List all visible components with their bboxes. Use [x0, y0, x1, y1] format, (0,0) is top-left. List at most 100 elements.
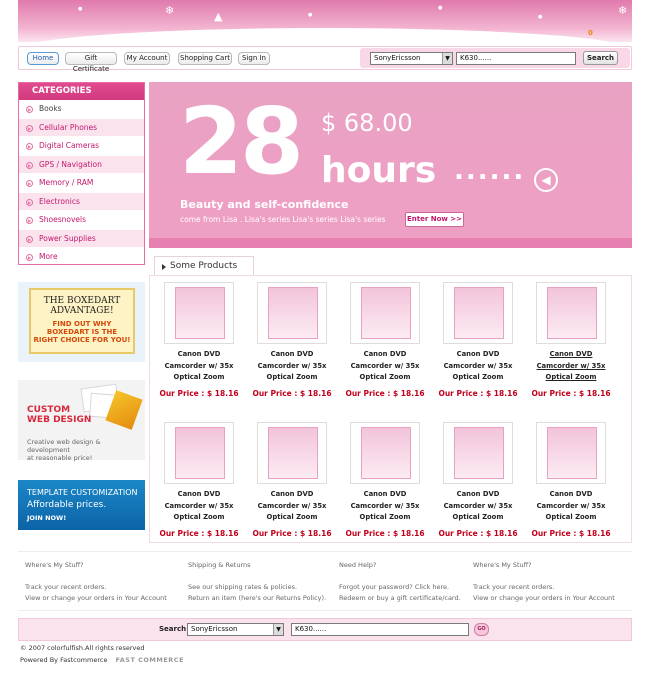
bullet-arrow-icon: ▶ — [26, 254, 33, 261]
ad-title-line: THE BOXEDART — [43, 296, 121, 306]
product-name[interactable]: Canon DVD Camcorder w/ 35x Optical Zoom — [528, 489, 614, 524]
product-card[interactable]: Canon DVD Camcorder w/ 35x Optical Zoom Ou… — [435, 422, 521, 538]
product-image — [547, 427, 597, 479]
product-image — [175, 427, 225, 479]
product-card[interactable]: Canon DVD Camcorder w/ 35x Optical Zoom Ou… — [342, 282, 428, 398]
category-item-books[interactable]: ▶ Books — [19, 100, 144, 119]
product-card[interactable]: Canon DVD Camcorder w/ 35x Optical Zoom Ou… — [156, 282, 242, 398]
ad-title-line: ADVANTAGE! — [50, 306, 114, 316]
product-image — [268, 287, 318, 339]
product-name[interactable]: Canon DVD Camcorder w/ 35x Optical Zoom — [249, 349, 335, 384]
nav-sign-in-button[interactable]: Sign In — [238, 52, 270, 65]
search-button[interactable]: Search — [583, 51, 618, 65]
bullet-arrow-icon: ▶ — [26, 198, 33, 206]
product-card[interactable]: Canon DVD Camcorder w/ 35x Optical Zoom Ou… — [249, 422, 335, 538]
chevron-down-icon: ▼ — [442, 53, 452, 64]
join-now-link[interactable]: JOIN NOW! — [27, 514, 66, 522]
go-button[interactable]: GO — [474, 623, 489, 636]
footer-link[interactable]: Return an item (here's our Returns Polic… — [188, 593, 326, 604]
bottom-search-bar: Search SonyEricsson ▼ K630...... GO — [18, 618, 632, 641]
nav-shopping-cart-button[interactable]: Shopping Cart — [178, 52, 232, 65]
nav-gift-certificate-button[interactable]: Gift Certificate — [65, 52, 117, 73]
ad-text-line: FIND OUT WHY — [52, 320, 112, 328]
category-label: Power Supplies — [39, 233, 96, 243]
banner-big-number: 28 — [179, 88, 304, 195]
nav-home-button[interactable]: Home — [27, 52, 59, 65]
bullet-arrow-icon: ▶ — [26, 143, 33, 150]
banner-tagline: Beauty and self-confidence — [180, 198, 349, 211]
product-name[interactable]: Canon DVD Camcorder w/ 35x Optical Zoom — [435, 349, 521, 384]
product-card[interactable]: Canon DVD Camcorder w/ 35x Optical Zoom Ou… — [435, 282, 521, 398]
product-name[interactable]: Canon DVD Camcorder w/ 35x Optical Zoom — [435, 489, 521, 524]
custom-web-design-ad[interactable]: CUSTOM WEB DESIGN Creative web design & d… — [18, 380, 145, 462]
footer-link[interactable]: Redeem or buy a gift certificate/card. — [339, 593, 461, 604]
product-name[interactable]: Canon DVD Camcorder w/ 35x Optical Zoom — [156, 489, 242, 524]
snowflake-icon: ❄ — [165, 4, 175, 17]
product-name[interactable]: Canon DVD Camcorder w/ 35x Optical Zoom — [342, 349, 428, 384]
promo-banner: 28 $ 68.00 hours ...... ◀ Beauty and sel… — [149, 82, 632, 248]
bottom-category-select[interactable]: SonyEricsson ▼ — [187, 623, 284, 636]
footer-heading: Shipping & Returns — [188, 561, 251, 569]
footer-link[interactable]: Forgot your password? Click here. — [339, 582, 461, 593]
product-image — [547, 287, 597, 339]
product-image — [268, 427, 318, 479]
category-item-electronics[interactable]: ▶ Electronics — [19, 192, 144, 211]
bottom-search-input[interactable]: K630...... — [291, 623, 469, 636]
category-item-gps-navigation[interactable]: ▶ GPS / Navigation — [19, 155, 144, 174]
product-image — [361, 287, 411, 339]
template-customization-ad[interactable]: TEMPLATE CUSTOMIZATION Affordable prices… — [18, 480, 145, 530]
product-card[interactable]: Canon DVD Camcorder w/ 35x Optical Zoom Ou… — [156, 422, 242, 538]
product-price: Our Price : $ 18.16 — [438, 528, 518, 538]
product-name[interactable]: Canon DVD Camcorder w/ 35x Optical Zoom — [156, 349, 242, 384]
tree-icon: ▲ — [214, 10, 223, 23]
banner-subline: come from Lisa . Lisa's series Lisa's se… — [180, 215, 386, 224]
product-image — [454, 287, 504, 339]
bullet-arrow-icon: ▶ — [26, 235, 33, 243]
tab-label: Some Products — [170, 261, 238, 271]
product-price: Our Price : $ 18.16 — [531, 528, 611, 538]
product-card[interactable]: Canon DVD Camcorder w/ 35x Optical Zoom Ou… — [528, 422, 614, 538]
fastcommerce-logo[interactable]: FAST COMMERCE — [116, 656, 185, 664]
bullet-arrow-icon: ▶ — [26, 180, 33, 187]
product-image-frame — [257, 422, 327, 484]
category-item-power-supplies[interactable]: ▶ Power Supplies — [19, 229, 144, 248]
sparkle-icon: ● — [308, 12, 313, 18]
header-banner: ❄ ▲ ❄ ● ● ● ● — [18, 0, 632, 42]
category-item-more[interactable]: ▶ More — [19, 248, 144, 267]
product-name[interactable]: Canon DVD Camcorder w/ 35x Optical Zoom — [249, 489, 335, 524]
product-name[interactable]: Canon DVD Camcorder w/ 35x Optical Zoom — [342, 489, 428, 524]
product-card[interactable]: Canon DVD Camcorder w/ 35x Optical Zoom Ou… — [342, 422, 428, 538]
banner-band — [149, 238, 632, 248]
footer-link[interactable]: Track your recent orders. — [473, 582, 615, 593]
category-select-value: SonyEricsson — [191, 625, 238, 633]
search-input[interactable]: K630...... — [456, 52, 576, 65]
enter-now-button[interactable]: Enter Now >> — [405, 212, 464, 227]
footer-link[interactable]: See our shipping rates & policies. — [188, 582, 326, 593]
category-select[interactable]: SonyEricsson ▼ — [370, 52, 453, 65]
footer-links: Where's My Stuff? Track your recent orde… — [18, 551, 632, 611]
product-price: Our Price : $ 18.16 — [159, 388, 239, 398]
nav-my-account-button[interactable]: My Account — [124, 52, 170, 65]
product-image-frame — [443, 422, 513, 484]
product-image-frame — [257, 282, 327, 344]
product-price: Our Price : $ 18.16 — [531, 388, 611, 398]
footer-link[interactable]: View or change your orders in Your Accou… — [473, 593, 615, 604]
powered-by-text: Powered By Fastcommerce — [20, 656, 108, 664]
boxedart-advantage-ad[interactable]: THE BOXEDART ADVANTAGE! FIND OUT WHY BOXED… — [18, 282, 145, 362]
product-image-frame — [164, 422, 234, 484]
product-card[interactable]: Canon DVD Camcorder w/ 35x Optical Zoom Ou… — [249, 282, 335, 398]
footer-column: Need Help? Forgot your password? Click h… — [339, 560, 461, 604]
category-item-shoesnovels[interactable]: ▶ Shoesnovels — [19, 211, 144, 230]
banner-dots: ...... — [454, 156, 526, 186]
product-price: Our Price : $ 18.16 — [345, 528, 425, 538]
footer-link[interactable]: Track your recent orders. — [25, 582, 167, 593]
product-name[interactable]: Canon DVD Camcorder w/ 35x Optical Zoom — [528, 349, 614, 384]
category-item-digital-cameras[interactable]: ▶ Digital Cameras — [19, 137, 144, 156]
arrow-left-icon[interactable]: ◀ — [534, 168, 558, 192]
product-image-frame — [536, 422, 606, 484]
some-products-tab[interactable]: Some Products — [154, 256, 254, 276]
category-item-memory-ram[interactable]: ▶ Memory / RAM — [19, 174, 144, 193]
footer-link[interactable]: View or change your orders in Your Accou… — [25, 593, 167, 604]
category-item-cellular-phones[interactable]: ▶ Cellular Phones — [19, 118, 144, 137]
product-card[interactable]: Canon DVD Camcorder w/ 35x Optical Zoom Ou… — [528, 282, 614, 398]
